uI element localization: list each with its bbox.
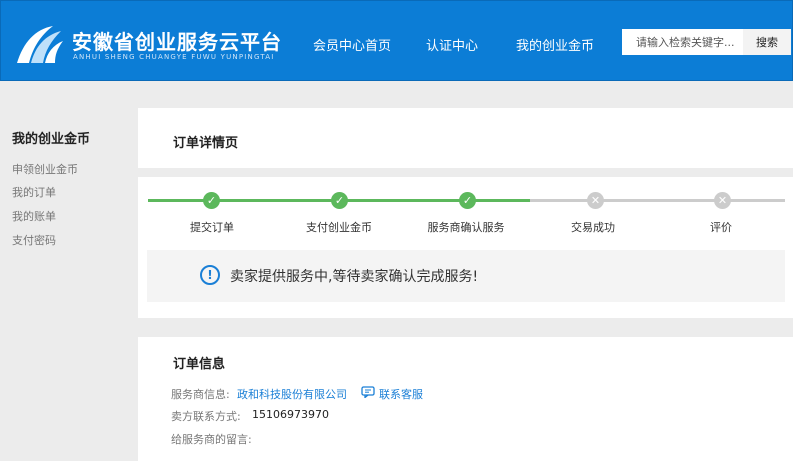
sidebar-item-pay-password[interactable]: 支付密码 <box>12 232 56 248</box>
step-label-submit-order: 提交订单 <box>190 221 234 234</box>
step-cross-icon: ✕ <box>714 192 731 209</box>
search-button[interactable]: 搜索 <box>743 29 791 55</box>
chat-icon[interactable] <box>361 386 375 398</box>
step-label-pay-coins: 支付创业金币 <box>306 221 372 234</box>
message-label: 给服务商的留言: <box>171 433 252 446</box>
progress-line-pending <box>530 199 785 202</box>
step-check-icon: ✓ <box>459 192 476 209</box>
step-cross-icon: ✕ <box>587 192 604 209</box>
seller-phone-value: 15106973970 <box>252 408 329 421</box>
nav-certification-center[interactable]: 认证中心 <box>426 35 478 54</box>
status-notice: ! 卖家提供服务中,等待卖家确认完成服务! <box>147 250 785 302</box>
search-input[interactable] <box>622 29 743 55</box>
step-check-icon: ✓ <box>331 192 348 209</box>
step-check-icon: ✓ <box>203 192 220 209</box>
status-notice-text: 卖家提供服务中,等待卖家确认完成服务! <box>230 269 479 285</box>
sidebar-title: 我的创业金币 <box>12 132 91 147</box>
sidebar-item-my-orders[interactable]: 我的订单 <box>12 184 56 200</box>
order-detail-title: 订单详情页 <box>173 136 239 151</box>
sidebar-item-claim-coins[interactable]: 申领创业金币 <box>12 161 78 177</box>
platform-title: 安徽省创业服务云平台 <box>72 30 282 54</box>
provider-name-link[interactable]: 政和科技股份有限公司 <box>237 386 347 402</box>
step-label-review: 评价 <box>710 221 732 234</box>
order-info-title: 订单信息 <box>173 357 226 372</box>
step-label-provider-confirm: 服务商确认服务 <box>427 221 505 234</box>
contact-service-link[interactable]: 联系客服 <box>379 386 423 402</box>
sidebar-item-my-bills[interactable]: 我的账单 <box>12 208 56 224</box>
platform-subtitle: ANHUI SHENG CHUANGYE FUWU YUNPINGTAI <box>73 53 275 61</box>
seller-phone-label: 卖方联系方式: <box>171 410 241 423</box>
provider-label: 服务商信息: <box>171 388 230 401</box>
platform-logo <box>17 26 63 63</box>
nav-my-coins[interactable]: 我的创业金币 <box>516 35 594 54</box>
nav-member-home[interactable]: 会员中心首页 <box>313 35 391 54</box>
info-icon: ! <box>200 265 220 285</box>
step-label-trade-success: 交易成功 <box>571 221 615 234</box>
top-header: 安徽省创业服务云平台 ANHUI SHENG CHUANGYE FUWU YUN… <box>0 0 793 81</box>
